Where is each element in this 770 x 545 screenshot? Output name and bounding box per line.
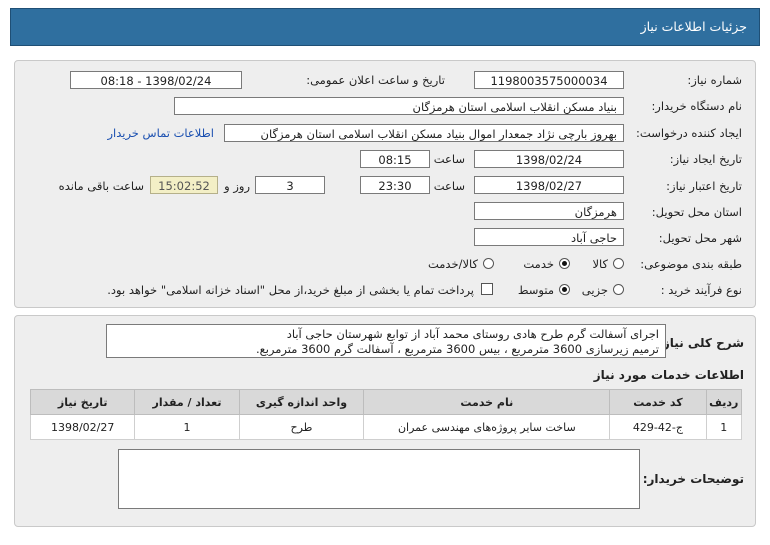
validity-date-field: 1398/02/27: [474, 176, 624, 194]
created-date-field: 1398/02/24: [474, 150, 624, 168]
days-remaining-field: 3: [255, 176, 325, 194]
category-goods-service-radio[interactable]: [483, 258, 494, 269]
col-service-name-header: نام خدمت: [363, 389, 611, 415]
category-goods-service-label: کالا/خدمت: [427, 257, 478, 271]
buyer-notes-box: [118, 449, 640, 509]
unit-cell: طرح: [238, 414, 365, 440]
requester-label: ایجاد کننده درخواست:: [636, 126, 742, 140]
category-service-label: خدمت: [523, 257, 554, 271]
need-date-cell: 1398/02/27: [29, 414, 136, 440]
page-header: جزئیات اطلاعات نیاز: [10, 8, 760, 46]
treasury-payment-checkbox[interactable]: [481, 283, 493, 295]
days-label: روز و: [224, 179, 250, 193]
buyer-org-label: نام دستگاه خریدار:: [651, 99, 742, 113]
category-service-radio[interactable]: [559, 258, 570, 269]
validity-time-label: ساعت: [433, 179, 465, 193]
quantity-cell: 1: [134, 414, 240, 440]
remaining-time-field: 15:02:52: [150, 176, 218, 194]
col-row-header: ردیف: [705, 389, 743, 415]
province-field: هرمزگان: [474, 202, 624, 220]
buyer-contact-link[interactable]: اطلاعات تماس خریدار: [107, 126, 214, 140]
page-title: جزئیات اطلاعات نیاز: [640, 19, 747, 34]
treasury-payment-note: پرداخت تمام یا بخشی از مبلغ خرید،از محل …: [107, 283, 474, 297]
validity-date-label: تاریخ اعتبار نیاز:: [666, 179, 742, 193]
col-unit-header: واحد اندازه گیری: [238, 389, 365, 415]
need-number-label: شماره نیاز:: [687, 73, 742, 87]
services-section-title: اطلاعات خدمات مورد نیاز: [593, 368, 744, 382]
announce-datetime-field: 1398/02/24 - 08:18: [70, 71, 242, 89]
services-header-row: ردیف کد خدمت نام خدمت واحد اندازه گیری ت…: [29, 389, 743, 415]
summary-label: شرح کلی نیاز:: [658, 336, 744, 350]
category-goods-radio[interactable]: [613, 258, 624, 269]
validity-time-field: 23:30: [360, 176, 430, 194]
row-number-cell: 1: [705, 414, 743, 440]
service-code-cell: ج-42-429: [609, 414, 707, 440]
requester-field: بهروز بارچی نژاد جمعدار اموال بنیاد مسکن…: [224, 124, 624, 142]
category-label: طبقه بندی موضوعی:: [640, 257, 742, 271]
summary-line-2: ترمیم زیرسازی 3600 مترمربع ، بیس 3600 مت…: [255, 342, 659, 356]
process-medium-label: متوسط: [517, 283, 554, 297]
summary-box: اجرای آسفالت گرم طرح هادی روستای محمد آب…: [106, 324, 666, 358]
city-label: شهر محل تحویل:: [658, 231, 742, 245]
category-goods-label: کالا: [592, 257, 608, 271]
process-medium-radio[interactable]: [559, 284, 570, 295]
col-need-date-header: تاریخ نیاز: [29, 389, 136, 415]
buyer-org-field: بنیاد مسکن انقلاب اسلامی استان هرمزگان: [174, 97, 624, 115]
remaining-time-label: ساعت باقی مانده: [58, 179, 144, 193]
process-label: نوع فرآیند خرید :: [660, 283, 742, 297]
created-date-label: تاریخ ایجاد نیاز:: [669, 152, 742, 166]
process-minor-radio[interactable]: [613, 284, 624, 295]
created-time-label: ساعت: [433, 152, 465, 166]
col-service-code-header: کد خدمت: [609, 389, 707, 415]
province-label: استان محل تحویل:: [651, 205, 742, 219]
services-table: ردیف کد خدمت نام خدمت واحد اندازه گیری ت…: [29, 389, 743, 440]
created-time-field: 08:15: [360, 150, 430, 168]
col-quantity-header: تعداد / مقدار: [134, 389, 240, 415]
need-number-field: 1198003575000034: [474, 71, 624, 89]
process-minor-label: جزیی: [581, 283, 608, 297]
buyer-notes-label: توضیحات خریدار:: [642, 472, 744, 486]
service-name-cell: ساخت سایر پروژه‌های مهندسی عمران: [363, 414, 611, 440]
announce-label: تاریخ و ساعت اعلان عمومی:: [306, 73, 445, 87]
table-row: 1 ج-42-429 ساخت سایر پروژه‌های مهندسی عم…: [29, 414, 743, 440]
summary-line-1: اجرای آسفالت گرم طرح هادی روستای محمد آب…: [286, 327, 659, 341]
city-field: حاجی آباد: [474, 228, 624, 246]
